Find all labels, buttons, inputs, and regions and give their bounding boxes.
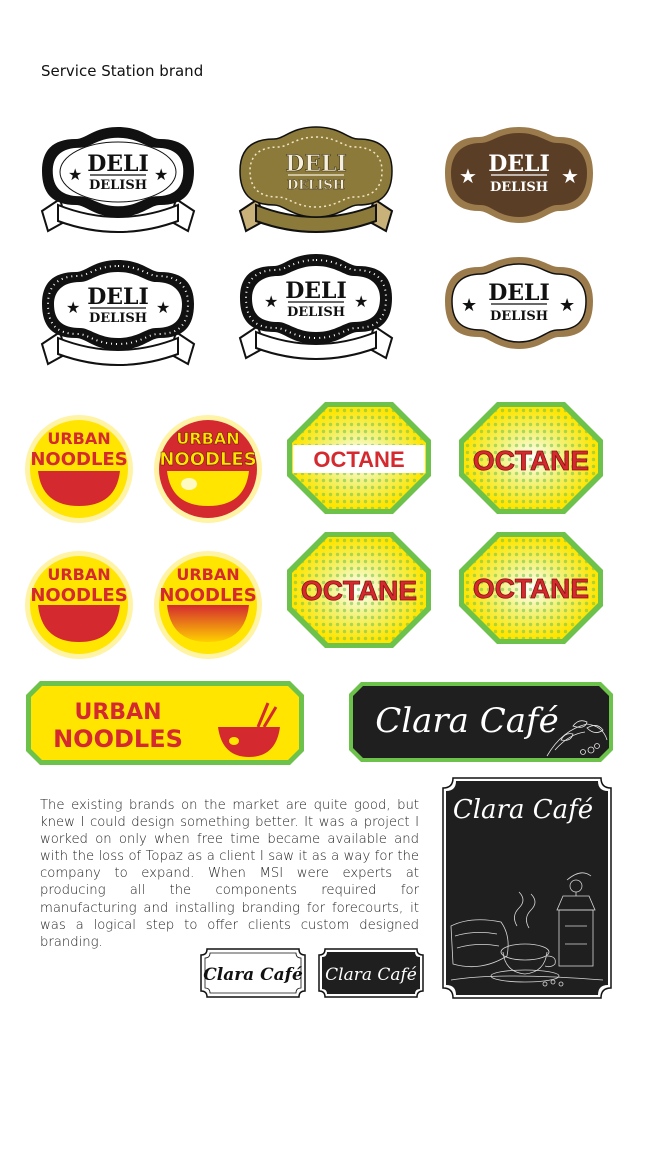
octane-word: OCTANE xyxy=(313,447,404,472)
deli-word: DELI xyxy=(285,278,347,304)
delish-word: DELISH xyxy=(89,178,147,193)
svg-text:★: ★ xyxy=(154,167,168,184)
deli-delish-logo-brown: DELI DELISH ★ ★ xyxy=(443,125,595,225)
noodles-word: NOODLES xyxy=(30,449,127,470)
urban-word: URBAN xyxy=(47,429,110,448)
octane-logo-3: OCTANE xyxy=(285,530,433,650)
svg-text:★: ★ xyxy=(68,167,82,184)
octane-word: OCTANE xyxy=(301,575,417,606)
deli-delish-logo-black-banner: DELI DELISH ★ ★ xyxy=(38,125,198,237)
octane-word: OCTANE xyxy=(473,445,589,476)
urban-noodles-round-logo-yellow-2: URBAN NOODLES xyxy=(24,550,134,660)
svg-text:★: ★ xyxy=(561,166,579,188)
deli-delish-logo-brown-outline: DELI DELISH ★ ★ xyxy=(443,255,595,351)
clara-cafe-wordmark: Clara Café xyxy=(453,795,593,825)
octane-logo-1: OCTANE xyxy=(285,400,433,516)
noodles-word: NOODLES xyxy=(30,585,127,606)
urban-noodles-round-logo-gradient: URBAN NOODLES xyxy=(153,550,263,660)
octane-logo-2: OCTANE xyxy=(457,400,605,516)
deli-word: DELI xyxy=(285,151,347,177)
page-heading: Service Station brand xyxy=(41,62,204,80)
noodles-word: NOODLES xyxy=(159,449,256,470)
svg-text:★: ★ xyxy=(459,166,477,188)
clara-cafe-small-sign-black: Clara Café xyxy=(317,947,425,999)
deli-word: DELI xyxy=(488,280,550,306)
urban-word: URBAN xyxy=(47,565,110,584)
svg-text:★: ★ xyxy=(559,295,575,315)
urban-word: URBAN xyxy=(176,565,239,584)
clara-cafe-wordmark: Clara Café xyxy=(203,965,303,985)
delish-word: DELISH xyxy=(490,309,548,324)
deli-word: DELI xyxy=(488,151,550,177)
delish-word: DELISH xyxy=(490,180,548,195)
urban-noodles-round-logo-red: URBAN NOODLES xyxy=(153,414,263,524)
noodles-word: NOODLES xyxy=(159,585,256,606)
svg-text:★: ★ xyxy=(354,294,368,311)
octane-logo-4: OCTANE xyxy=(457,530,605,646)
clara-cafe-wordmark: Clara Café xyxy=(375,701,558,741)
deli-word: DELI xyxy=(87,284,149,310)
clara-cafe-chalkboard-menu: Clara Café xyxy=(441,776,613,1000)
clara-cafe-banner-sign: Clara Café xyxy=(347,680,615,764)
delish-word: DELISH xyxy=(89,311,147,326)
description-paragraph: The existing brands on the market are qu… xyxy=(40,798,419,950)
delish-word: DELISH xyxy=(287,305,345,320)
urban-noodles-banner-sign: URBAN NOODLES xyxy=(24,679,306,767)
svg-text:★: ★ xyxy=(66,300,80,317)
clara-cafe-small-sign-white: Clara Café xyxy=(199,947,307,999)
urban-word: URBAN xyxy=(176,429,239,448)
clara-cafe-wordmark: Clara Café xyxy=(325,965,417,985)
deli-delish-logo-white-banner: DELI DELISH ★ ★ xyxy=(236,252,396,364)
deli-delish-logo-gold-banner: DELI DELISH xyxy=(236,125,396,237)
urban-noodles-round-logo-yellow: URBAN NOODLES xyxy=(24,414,134,524)
deli-word: DELI xyxy=(87,151,149,177)
deli-delish-logo-starry-banner: DELI DELISH ★ ★ xyxy=(38,258,198,370)
octane-word: OCTANE xyxy=(473,573,589,604)
svg-text:★: ★ xyxy=(264,294,278,311)
urban-word: URBAN xyxy=(74,700,161,725)
svg-text:★: ★ xyxy=(461,295,477,315)
svg-text:★: ★ xyxy=(156,300,170,317)
noodles-word: NOODLES xyxy=(53,725,183,753)
delish-word: DELISH xyxy=(287,178,345,193)
